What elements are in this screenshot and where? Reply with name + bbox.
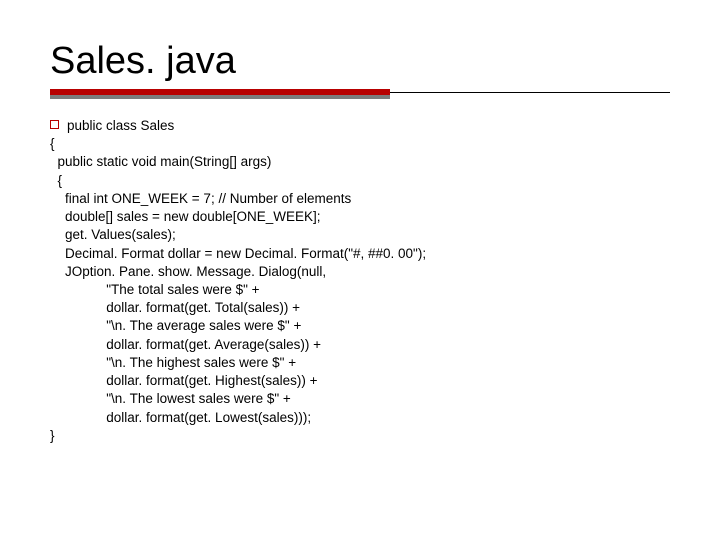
code-line: final int ONE_WEEK = 7; // Number of ele…	[50, 191, 351, 206]
code-line: JOption. Pane. show. Message. Dialog(nul…	[50, 264, 326, 279]
code-line: {	[50, 173, 62, 188]
code-line: {	[50, 136, 55, 151]
code-line: "\n. The lowest sales were $" +	[50, 391, 291, 406]
bar-accent	[50, 89, 390, 95]
code-line: public static void main(String[] args)	[50, 154, 271, 169]
code-line: "The total sales were $" +	[50, 282, 260, 297]
code-line: dollar. format(get. Total(sales)) +	[50, 300, 300, 315]
code-line: get. Values(sales);	[50, 227, 176, 242]
code-line: "\n. The highest sales were $" +	[50, 355, 296, 370]
slide: Sales. java public class Sales { public …	[0, 0, 720, 540]
code-line: public class Sales	[67, 118, 174, 133]
code-line: Decimal. Format dollar = new Decimal. Fo…	[50, 246, 426, 261]
title-underline	[50, 89, 670, 99]
code-line: }	[50, 428, 55, 443]
code-line: dollar. format(get. Average(sales)) +	[50, 337, 321, 352]
slide-title: Sales. java	[50, 40, 670, 83]
code-line: double[] sales = new double[ONE_WEEK];	[50, 209, 321, 224]
bullet-icon	[50, 120, 59, 129]
code-line: "\n. The average sales were $" +	[50, 318, 301, 333]
code-block: public class Sales { public static void …	[50, 117, 670, 445]
code-line: dollar. format(get. Lowest(sales)));	[50, 410, 311, 425]
code-line: dollar. format(get. Highest(sales)) +	[50, 373, 317, 388]
